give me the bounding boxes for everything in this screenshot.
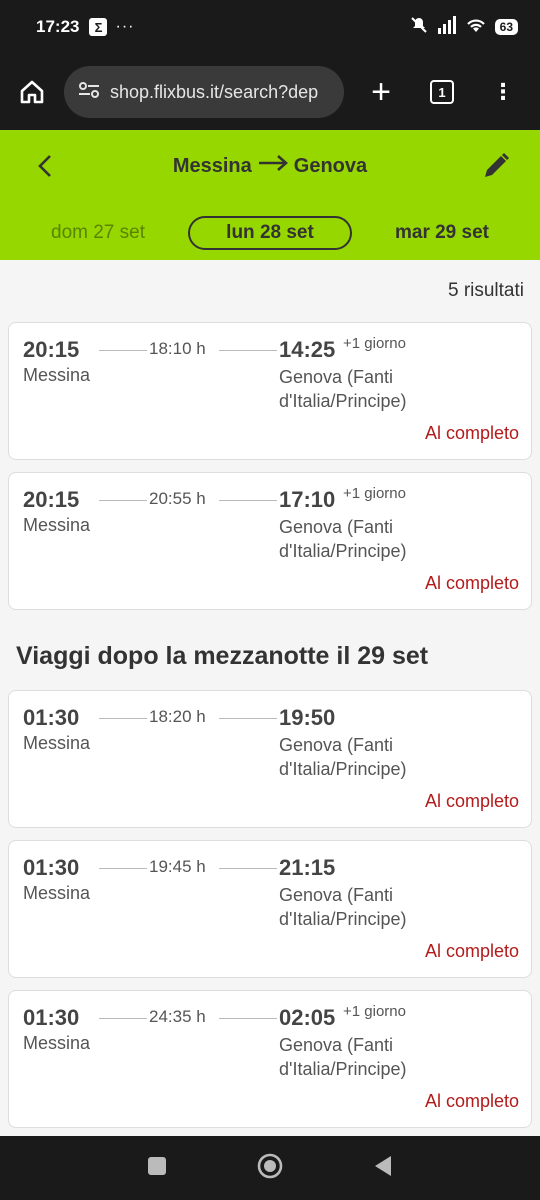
trip-duration: 18:20 h <box>149 707 206 726</box>
trip-card[interactable]: 20:15 18:10 h 14:25 +1 giorno Messina Ge… <box>8 322 532 460</box>
arrival-time: 14:25 <box>279 337 336 362</box>
divider <box>99 350 147 351</box>
tab-switcher-button[interactable]: 1 <box>430 80 454 104</box>
trip-duration: 18:10 h <box>149 339 206 358</box>
departure-time: 01:30 <box>23 855 80 880</box>
divider <box>99 1018 147 1019</box>
status-icons: 63 <box>409 15 518 40</box>
destination-city: Genova <box>293 154 368 177</box>
address-bar[interactable]: shop.flixbus.it/search?dep <box>64 66 344 118</box>
date-next[interactable]: mar 29 set <box>376 216 508 250</box>
trip-duration: 20:55 h <box>149 489 206 508</box>
date-current[interactable]: lun 28 set <box>188 216 352 250</box>
trip-duration: 24:35 h <box>149 1007 206 1026</box>
trip-card[interactable]: 01:30 18:20 h 19:50 Messina Genova (Fant… <box>8 690 532 828</box>
mute-icon <box>409 15 429 40</box>
menu-icon[interactable]: ⋮ <box>492 81 514 103</box>
arrival-time: 21:15 <box>279 855 336 880</box>
trip-card[interactable]: 01:30 19:45 h 21:15 Messina Genova (Fant… <box>8 840 532 978</box>
departure-time: 20:15 <box>23 337 80 362</box>
arrival-station: Genova (Fanti d'Italia/Principe) <box>279 1035 407 1079</box>
departure-city: Messina <box>23 365 91 385</box>
new-tab-icon[interactable]: + <box>366 75 396 109</box>
date-selector: dom 27 set lun 28 set mar 29 set <box>0 216 540 250</box>
arrival-time: 02:05 <box>279 1005 336 1030</box>
availability-status: Al completo <box>424 423 519 443</box>
trip-card[interactable]: 20:15 20:55 h 17:10 +1 giorno Messina Ge… <box>8 472 532 610</box>
battery-icon: 63 <box>494 19 518 35</box>
departure-time: 01:30 <box>23 1005 80 1030</box>
arrival-station: Genova (Fanti d'Italia/Principe) <box>279 367 407 411</box>
availability-status: Al completo <box>424 941 519 961</box>
departure-city: Messina <box>23 1033 91 1053</box>
system-nav-bar <box>0 1136 540 1200</box>
divider <box>99 718 147 719</box>
clock: 17:23 <box>36 17 80 36</box>
arrival-station: Genova (Fanti d'Italia/Principe) <box>279 517 407 561</box>
origin-city: Messina <box>172 154 252 177</box>
divider <box>219 1018 277 1019</box>
divider <box>219 350 277 351</box>
date-prev[interactable]: dom 27 set <box>28 216 168 250</box>
departure-city: Messina <box>23 883 91 903</box>
arrival-time: 19:50 <box>279 705 336 730</box>
departure-time: 01:30 <box>23 705 80 730</box>
arrival-station: Genova (Fanti d'Italia/Principe) <box>279 885 407 929</box>
arrival-time: 17:10 <box>279 487 336 512</box>
trip-card[interactable]: 01:30 24:35 h 02:05 +1 giorno Messina Ge… <box>8 990 532 1128</box>
divider <box>219 718 277 719</box>
status-bar: 17:23 Σ ··· 63 <box>0 0 540 54</box>
home-button-icon[interactable] <box>257 1153 283 1184</box>
back-nav-icon[interactable] <box>373 1155 393 1182</box>
route-title: Messina Genova <box>0 154 540 178</box>
notification-icon: Σ <box>89 18 108 36</box>
availability-status: Al completo <box>424 1091 519 1111</box>
trip-duration: 19:45 h <box>149 857 206 876</box>
browser-toolbar: shop.flixbus.it/search?dep + 1 ⋮ <box>0 54 540 130</box>
wifi-icon <box>465 16 487 39</box>
arrival-station: Genova (Fanti d'Italia/Principe) <box>279 735 407 779</box>
more-notifications-icon: ··· <box>115 18 135 35</box>
results-count: 5 risultati <box>447 280 524 301</box>
arrow-right-icon <box>258 154 288 178</box>
departure-city: Messina <box>23 515 91 535</box>
next-day-label: +1 giorno <box>343 485 406 502</box>
url-text: shop.flixbus.it/search?dep <box>110 81 319 102</box>
signal-icon <box>437 15 457 39</box>
search-header: Messina Genova dom 27 set lun 28 set mar… <box>0 130 540 260</box>
recents-icon[interactable] <box>147 1156 167 1181</box>
availability-status: Al completo <box>424 573 519 593</box>
divider <box>219 500 277 501</box>
site-settings-icon[interactable] <box>78 81 100 104</box>
edit-pencil-icon[interactable] <box>482 152 510 185</box>
home-icon[interactable] <box>14 78 50 106</box>
section-title: Viaggi dopo la mezzanotte il 29 set <box>16 642 429 670</box>
next-day-label: +1 giorno <box>343 1003 406 1020</box>
divider <box>99 868 147 869</box>
divider <box>219 868 277 869</box>
next-day-label: +1 giorno <box>343 335 406 352</box>
departure-time: 20:15 <box>23 487 80 512</box>
departure-city: Messina <box>23 733 91 753</box>
divider <box>99 500 147 501</box>
availability-status: Al completo <box>424 791 519 811</box>
